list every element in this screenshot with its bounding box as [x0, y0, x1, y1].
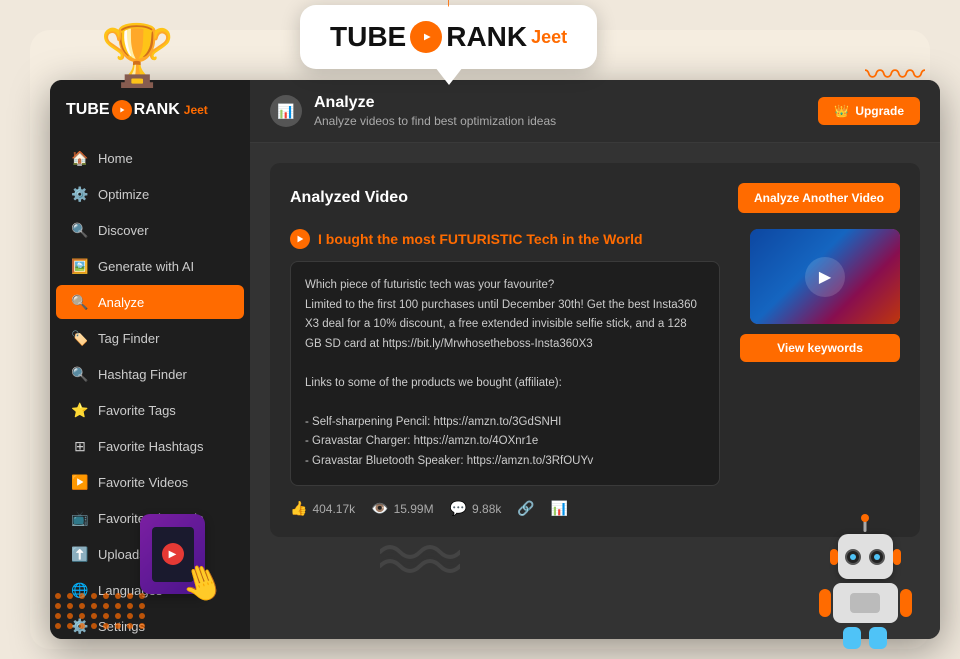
sidebar-label-generate-ai: Generate with AI	[98, 259, 194, 274]
trophy-decoration: 🏆	[100, 20, 175, 91]
sidebar-label-favorite-tags: Favorite Tags	[98, 403, 176, 418]
squiggle-decoration: 〰〰	[865, 50, 925, 94]
view-keywords-button[interactable]: View keywords	[740, 334, 900, 362]
sidebar-item-favorite-videos[interactable]: ▶️ Favorite Videos	[56, 465, 244, 499]
upgrade-icon: 👑	[834, 104, 849, 118]
favorite-hashtags-icon: ⊞	[72, 438, 88, 454]
sidebar-item-analyze[interactable]: 🔍 Analyze	[56, 285, 244, 319]
logo-jeet: Jeet	[184, 103, 208, 117]
video-description: Which piece of futuristic tech was your …	[290, 261, 720, 486]
video-thumbnail-area: ▶ View keywords	[740, 229, 900, 517]
video-stats: 👍 404.17k 👁️ 15.99M 💬 9.88k	[290, 500, 720, 517]
sidebar-label-favorite-hashtags: Favorite Hashtags	[98, 439, 204, 454]
page-title: Analyze	[314, 94, 556, 112]
video-details: I bought the most FUTURISTIC Tech in the…	[290, 229, 720, 517]
share-icon: 🔗	[517, 500, 534, 517]
thumbnail-figure: ▶	[750, 229, 900, 324]
header-left: 📊 Analyze Analyze videos to find best op…	[270, 94, 556, 128]
upgrade-button[interactable]: 👑 Upgrade	[818, 97, 920, 125]
extra-icon: 📊	[551, 500, 568, 517]
views-count: 15.99M	[394, 502, 434, 516]
uploads-icon: ⬆️	[72, 546, 88, 562]
home-icon: 🏠	[72, 150, 88, 166]
bubble-tail	[435, 67, 463, 85]
favorite-channels-icon: 📺	[72, 510, 88, 526]
header-text: Analyze Analyze videos to find best opti…	[314, 94, 556, 128]
likes-count: 404.17k	[312, 502, 355, 516]
bubble-logo-tube: TUBE	[330, 21, 406, 53]
tag-finder-icon: 🏷️	[72, 330, 88, 346]
generate-ai-icon: 🖼️	[72, 258, 88, 274]
sidebar-logo: TUBE RANK Jeet	[50, 88, 250, 132]
dots-decoration	[55, 593, 147, 629]
hashtag-finder-icon: 🔍	[72, 366, 88, 382]
sidebar-label-hashtag-finder: Hashtag Finder	[98, 367, 187, 382]
hand-decoration: ▶ 🤚	[140, 509, 220, 599]
video-content: I bought the most FUTURISTIC Tech in the…	[290, 229, 900, 517]
analyzed-video-card: Analyzed Video Analyze Another Video I b…	[270, 163, 920, 537]
sidebar-label-analyze: Analyze	[98, 295, 144, 310]
bubble-logo-6	[410, 21, 442, 53]
header-icon: 📊	[270, 95, 302, 127]
discover-icon: 🔍	[72, 222, 88, 238]
sidebar-item-tag-finder[interactable]: 🏷️ Tag Finder	[56, 321, 244, 355]
favorite-videos-icon: ▶️	[72, 474, 88, 490]
video-thumbnail: ▶	[750, 229, 900, 324]
sidebar-label-home: Home	[98, 151, 133, 166]
extra-stat: 📊	[551, 500, 568, 517]
favorite-tags-icon: ⭐	[72, 402, 88, 418]
sidebar-label-favorite-videos: Favorite Videos	[98, 475, 188, 490]
video-title-text: I bought the most FUTURISTIC Tech in the…	[318, 231, 643, 247]
logo-6-icon	[112, 100, 132, 120]
upgrade-label: Upgrade	[855, 104, 904, 118]
description-text: Which piece of futuristic tech was your …	[305, 276, 705, 471]
share-stat: 🔗	[517, 500, 534, 517]
card-title: Analyzed Video	[290, 189, 408, 207]
sidebar-label-uploads: Uploads	[98, 547, 146, 562]
sidebar-item-home[interactable]: 🏠 Home	[56, 141, 244, 175]
analyze-another-button[interactable]: Analyze Another Video	[738, 183, 900, 213]
page-header: 📊 Analyze Analyze videos to find best op…	[250, 80, 940, 143]
comments-icon: 💬	[450, 500, 467, 517]
sidebar-item-optimize[interactable]: ⚙️ Optimize	[56, 177, 244, 211]
comments-count: 9.88k	[472, 502, 501, 516]
bubble-logo-rank: RANK	[446, 21, 527, 53]
likes-stat: 👍 404.17k	[290, 500, 355, 517]
sidebar-item-favorite-tags[interactable]: ⭐ Favorite Tags	[56, 393, 244, 427]
sidebar-item-discover[interactable]: 🔍 Discover	[56, 213, 244, 247]
logo-rank: RANK	[134, 101, 180, 119]
sidebar-label-discover: Discover	[98, 223, 149, 238]
logo-tube: TUBE	[66, 101, 110, 119]
sidebar-item-favorite-hashtags[interactable]: ⊞ Favorite Hashtags	[56, 429, 244, 463]
views-stat: 👁️ 15.99M	[371, 500, 433, 517]
video-title: I bought the most FUTURISTIC Tech in the…	[290, 229, 720, 249]
sidebar-label-tag-finder: Tag Finder	[98, 331, 159, 346]
card-header: Analyzed Video Analyze Another Video	[290, 183, 900, 213]
sidebar-label-optimize: Optimize	[98, 187, 149, 202]
optimize-icon: ⚙️	[72, 186, 88, 202]
logo-bubble: TUBE RANK Jeet ↑	[300, 5, 597, 69]
bubble-logo-jeet: Jeet	[531, 27, 567, 48]
wave-decoration	[380, 544, 460, 579]
comments-stat: 💬 9.88k	[450, 500, 502, 517]
page-subtitle: Analyze videos to find best optimization…	[314, 114, 556, 128]
views-icon: 👁️	[371, 500, 388, 517]
sidebar-item-hashtag-finder[interactable]: 🔍 Hashtag Finder	[56, 357, 244, 391]
likes-icon: 👍	[290, 500, 307, 517]
analyze-icon: 🔍	[72, 294, 88, 310]
robot-decoration	[820, 534, 910, 649]
sidebar-item-generate-ai[interactable]: 🖼️ Generate with AI	[56, 249, 244, 283]
title-play-icon	[290, 229, 310, 249]
